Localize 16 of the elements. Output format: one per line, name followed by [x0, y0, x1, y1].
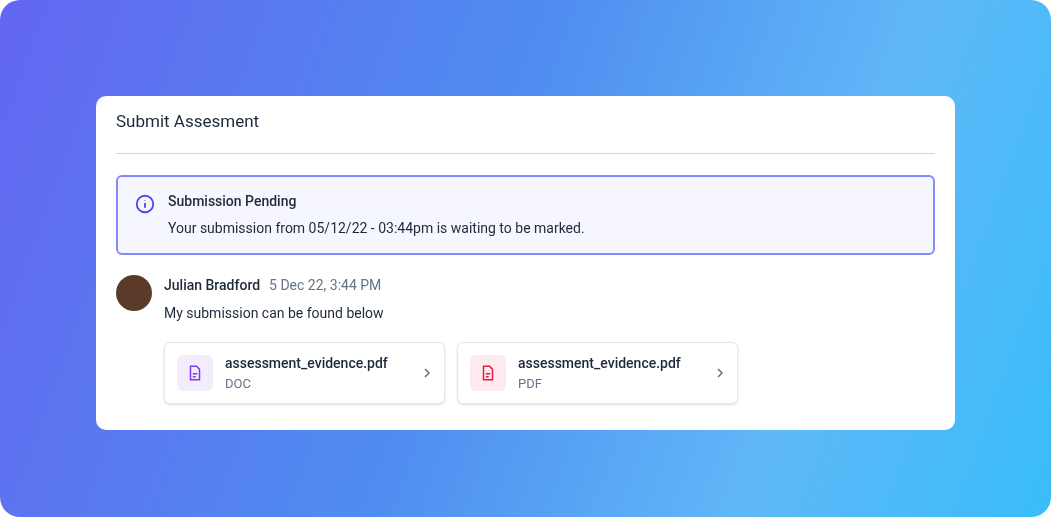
- alert-message: Your submission from 05/12/22 - 03:44pm is waiting to be marked.: [168, 219, 585, 238]
- alert-title: Submission Pending: [168, 192, 298, 211]
- file-attachment[interactable]: assessment_evidence.pdf DOC: [164, 342, 445, 404]
- card-title: Submit Assesment: [116, 110, 261, 132]
- file-type: PDF: [518, 374, 543, 393]
- file-name: assessment_evidence.pdf: [518, 353, 682, 373]
- chevron-right-icon: [715, 367, 725, 379]
- chevron-right-icon: [422, 367, 432, 379]
- info-icon: [134, 193, 156, 215]
- file-name: assessment_evidence.pdf: [225, 353, 389, 373]
- comment-text: My submission can be found below: [164, 304, 385, 323]
- file-attachment[interactable]: assessment_evidence.pdf PDF: [457, 342, 738, 404]
- file-type: DOC: [225, 374, 252, 393]
- author-name: Julian Bradford: [164, 276, 261, 295]
- comment-time: 5 Dec 22, 3:44 PM: [269, 276, 382, 295]
- avatar: [116, 275, 152, 311]
